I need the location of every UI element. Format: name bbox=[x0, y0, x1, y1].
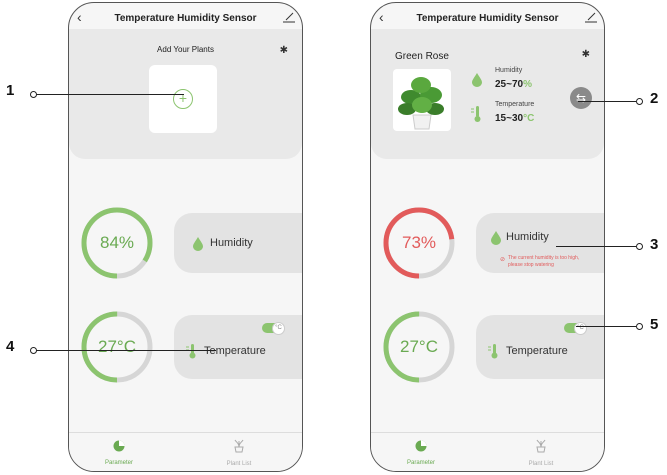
callout-5-line bbox=[576, 326, 636, 327]
top-bar: ‹ Temperature Humidity Sensor bbox=[371, 9, 604, 31]
range-humidity-unit: % bbox=[523, 79, 532, 90]
phone-screen-1: ‹ Temperature Humidity Sensor Add Your P… bbox=[68, 2, 303, 472]
thermometer-icon bbox=[186, 344, 196, 359]
humidity-label: Humidity bbox=[506, 231, 549, 243]
callout-2-dot bbox=[636, 98, 643, 105]
unit-toggle[interactable]: °C bbox=[262, 322, 285, 335]
temperature-value: 27°C bbox=[400, 337, 438, 356]
callout-3-dot bbox=[636, 243, 643, 250]
thermometer-icon bbox=[471, 106, 481, 122]
warning-icon: ⊘ bbox=[500, 257, 506, 263]
swap-icon: ⇆ bbox=[575, 91, 587, 105]
nav-plant-list[interactable]: Plant List bbox=[209, 439, 269, 467]
callout-3-line bbox=[556, 246, 636, 247]
plus-icon: + bbox=[173, 89, 193, 109]
callout-2-line bbox=[578, 101, 636, 102]
nav-plant-list[interactable]: Plant List bbox=[511, 439, 571, 467]
app-title: Temperature Humidity Sensor bbox=[114, 13, 257, 24]
humidity-card: Humidity ⊘ The current humidity is too h… bbox=[476, 213, 604, 273]
range-temperature-unit: °C bbox=[523, 113, 535, 124]
callout-4: 4 bbox=[6, 338, 15, 355]
range-temperature-number: 15~30 bbox=[495, 113, 524, 124]
plant-pot-icon bbox=[536, 439, 546, 453]
nav-parameter[interactable]: Parameter bbox=[89, 439, 149, 466]
water-drop-icon bbox=[193, 237, 203, 251]
unit-toggle[interactable]: °C bbox=[564, 322, 587, 335]
bottom-nav: Parameter Plant List bbox=[371, 432, 604, 471]
temperature-label: Temperature bbox=[204, 345, 266, 357]
callout-5-dot bbox=[636, 323, 643, 330]
bottom-nav: Parameter Plant List bbox=[69, 432, 302, 471]
temperature-gauge: 27°C bbox=[381, 309, 457, 385]
callout-4-line bbox=[36, 350, 216, 351]
unit-toggle-knob: °C bbox=[574, 322, 587, 335]
temperature-card: °C Temperature bbox=[174, 315, 302, 379]
edit-pencil-icon[interactable] bbox=[584, 11, 598, 23]
humidity-value: 73% bbox=[401, 233, 437, 252]
pie-chart-icon bbox=[415, 440, 427, 452]
range-temperature-label: Temperature bbox=[495, 101, 535, 108]
plant-pot-icon bbox=[234, 439, 244, 453]
nav-plant-list-label: Plant List bbox=[528, 461, 554, 467]
bluetooth-icon: ✱ bbox=[279, 45, 288, 56]
temperature-card: °C Temperature bbox=[476, 315, 604, 379]
callout-3: 3 bbox=[650, 236, 659, 253]
nav-parameter-label: Parameter bbox=[406, 460, 435, 466]
thermometer-icon bbox=[488, 344, 498, 359]
water-drop-icon bbox=[491, 231, 501, 245]
unit-toggle-knob: °C bbox=[272, 322, 285, 335]
add-plants-label: Add Your Plants bbox=[157, 45, 214, 54]
add-plant-button[interactable]: + bbox=[149, 65, 217, 133]
humidity-value: 84% bbox=[99, 233, 135, 252]
temperature-label: Temperature bbox=[506, 345, 568, 357]
app-title: Temperature Humidity Sensor bbox=[416, 13, 559, 24]
plant-info-card: Green Rose ✱ Humidity 25~70% Temperature… bbox=[371, 29, 604, 159]
nav-parameter-label: Parameter bbox=[104, 460, 133, 466]
humidity-warning: The current humidity is too high, please… bbox=[508, 255, 580, 268]
humidity-card: Humidity bbox=[174, 213, 302, 273]
swap-plant-button[interactable]: ⇆ bbox=[570, 87, 592, 109]
humidity-gauge: 84% bbox=[79, 205, 155, 281]
nav-parameter[interactable]: Parameter bbox=[391, 439, 451, 466]
temperature-gauge: 27°C bbox=[79, 309, 155, 385]
callout-1-line bbox=[36, 94, 184, 95]
water-drop-icon bbox=[472, 73, 482, 87]
range-temperature-value: 15~30°C bbox=[495, 113, 534, 124]
temperature-value: 27°C bbox=[98, 337, 136, 356]
pie-chart-icon bbox=[113, 440, 125, 452]
callout-5: 5 bbox=[650, 316, 659, 333]
callout-1: 1 bbox=[6, 82, 15, 99]
humidity-label: Humidity bbox=[210, 237, 253, 249]
plant-name: Green Rose bbox=[395, 51, 449, 62]
plant-image bbox=[393, 69, 451, 131]
plant-image-drawing bbox=[398, 77, 444, 130]
top-bar: ‹ Temperature Humidity Sensor bbox=[69, 9, 302, 31]
humidity-gauge: 73% bbox=[381, 205, 457, 281]
range-humidity-number: 25~70 bbox=[495, 79, 524, 90]
phone-screen-2: ‹ Temperature Humidity Sensor Green Rose… bbox=[370, 2, 605, 472]
range-humidity-value: 25~70% bbox=[495, 79, 532, 90]
edit-pencil-icon[interactable] bbox=[282, 11, 296, 23]
nav-plant-list-label: Plant List bbox=[226, 461, 252, 467]
bluetooth-icon: ✱ bbox=[581, 49, 590, 60]
range-humidity-label: Humidity bbox=[495, 67, 523, 74]
callout-2: 2 bbox=[650, 90, 659, 107]
